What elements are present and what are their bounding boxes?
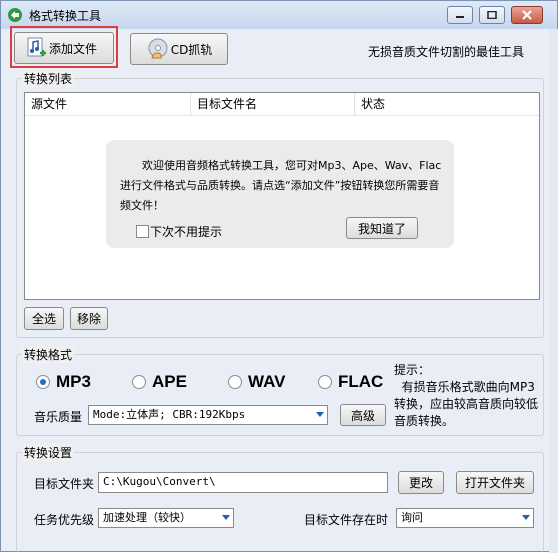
file-exists-select[interactable]: 询问 xyxy=(396,508,534,528)
priority-select[interactable]: 加速处理（较快） xyxy=(98,508,234,528)
welcome-panel: 欢迎使用音频格式转换工具，您可对Mp3、Ape、Wav、Flac进行文件格式与品… xyxy=(106,140,454,248)
convert-list-label: 转换列表 xyxy=(22,70,75,87)
close-button[interactable] xyxy=(511,6,543,24)
window-edge xyxy=(549,29,558,553)
radio-ape[interactable] xyxy=(132,375,146,389)
add-file-button[interactable]: 添加文件 xyxy=(14,32,114,64)
add-music-file-icon xyxy=(27,37,46,57)
cd-hand-icon xyxy=(148,38,168,59)
quality-select[interactable]: Mode:立体声; CBR:192Kbps xyxy=(88,405,328,425)
priority-label: 任务优先级 xyxy=(34,513,95,527)
minimize-button[interactable] xyxy=(447,6,473,24)
header-divider xyxy=(25,115,539,116)
file-exists-value: 询问 xyxy=(401,511,423,524)
radio-mp3[interactable] xyxy=(36,375,50,389)
quality-label: 音乐质量 xyxy=(34,410,83,424)
radio-flac[interactable] xyxy=(318,375,332,389)
minimize-icon xyxy=(456,16,464,18)
cd-rip-button[interactable]: CD抓轨 xyxy=(130,33,228,65)
target-folder-input[interactable]: C:\Kugou\Convert\ xyxy=(98,472,388,493)
quality-value: Mode:立体声; CBR:192Kbps xyxy=(93,408,246,421)
file-exists-label: 目标文件存在时 xyxy=(304,513,389,527)
format-mp3-label: MP3 xyxy=(56,372,91,391)
convert-settings-label: 转换设置 xyxy=(22,444,75,461)
priority-value: 加速处理（较快） xyxy=(103,511,191,524)
close-icon xyxy=(522,10,532,20)
format-ape-label: APE xyxy=(152,372,187,391)
format-wav-label: WAV xyxy=(248,372,286,391)
select-all-button[interactable]: 全选 xyxy=(24,307,64,330)
format-tip: 提示： 有损音乐格式歌曲向MP3转换，应由较高音质向较低音质转换。 xyxy=(394,363,539,428)
app-icon xyxy=(8,8,22,22)
advanced-button[interactable]: 高级 xyxy=(340,404,386,426)
maximize-button[interactable] xyxy=(479,6,505,24)
convert-settings-group xyxy=(16,452,544,552)
radio-wav[interactable] xyxy=(228,375,242,389)
add-file-label: 添加文件 xyxy=(49,41,98,56)
welcome-message: 欢迎使用音频格式转换工具，您可对Mp3、Ape、Wav、Flac进行文件格式与品… xyxy=(120,159,442,212)
format-flac-label: FLAC xyxy=(338,372,384,391)
got-it-button[interactable]: 我知道了 xyxy=(346,217,418,239)
chevron-down-icon xyxy=(522,515,530,520)
maximize-icon xyxy=(487,11,497,19)
remove-button[interactable]: 移除 xyxy=(70,307,108,330)
column-status[interactable]: 状态 xyxy=(355,93,539,115)
window-title: 格式转换工具 xyxy=(29,9,102,23)
column-target-filename[interactable]: 目标文件名 xyxy=(191,93,355,115)
chevron-down-icon xyxy=(316,412,324,417)
open-folder-button[interactable]: 打开文件夹 xyxy=(456,471,534,494)
cd-rip-label: CD抓轨 xyxy=(170,42,213,57)
target-folder-label: 目标文件夹 xyxy=(34,477,95,491)
change-folder-button[interactable]: 更改 xyxy=(398,471,444,494)
no-show-checkbox[interactable] xyxy=(136,225,149,238)
convert-format-label: 转换格式 xyxy=(22,346,75,363)
chevron-down-icon xyxy=(222,515,230,520)
no-show-label: 下次不用提示 xyxy=(150,225,223,239)
slogan-text: 无损音质文件切割的最佳工具 xyxy=(368,45,525,59)
column-source-file[interactable]: 源文件 xyxy=(25,93,191,115)
title-bar[interactable]: 格式转换工具 xyxy=(1,1,557,29)
